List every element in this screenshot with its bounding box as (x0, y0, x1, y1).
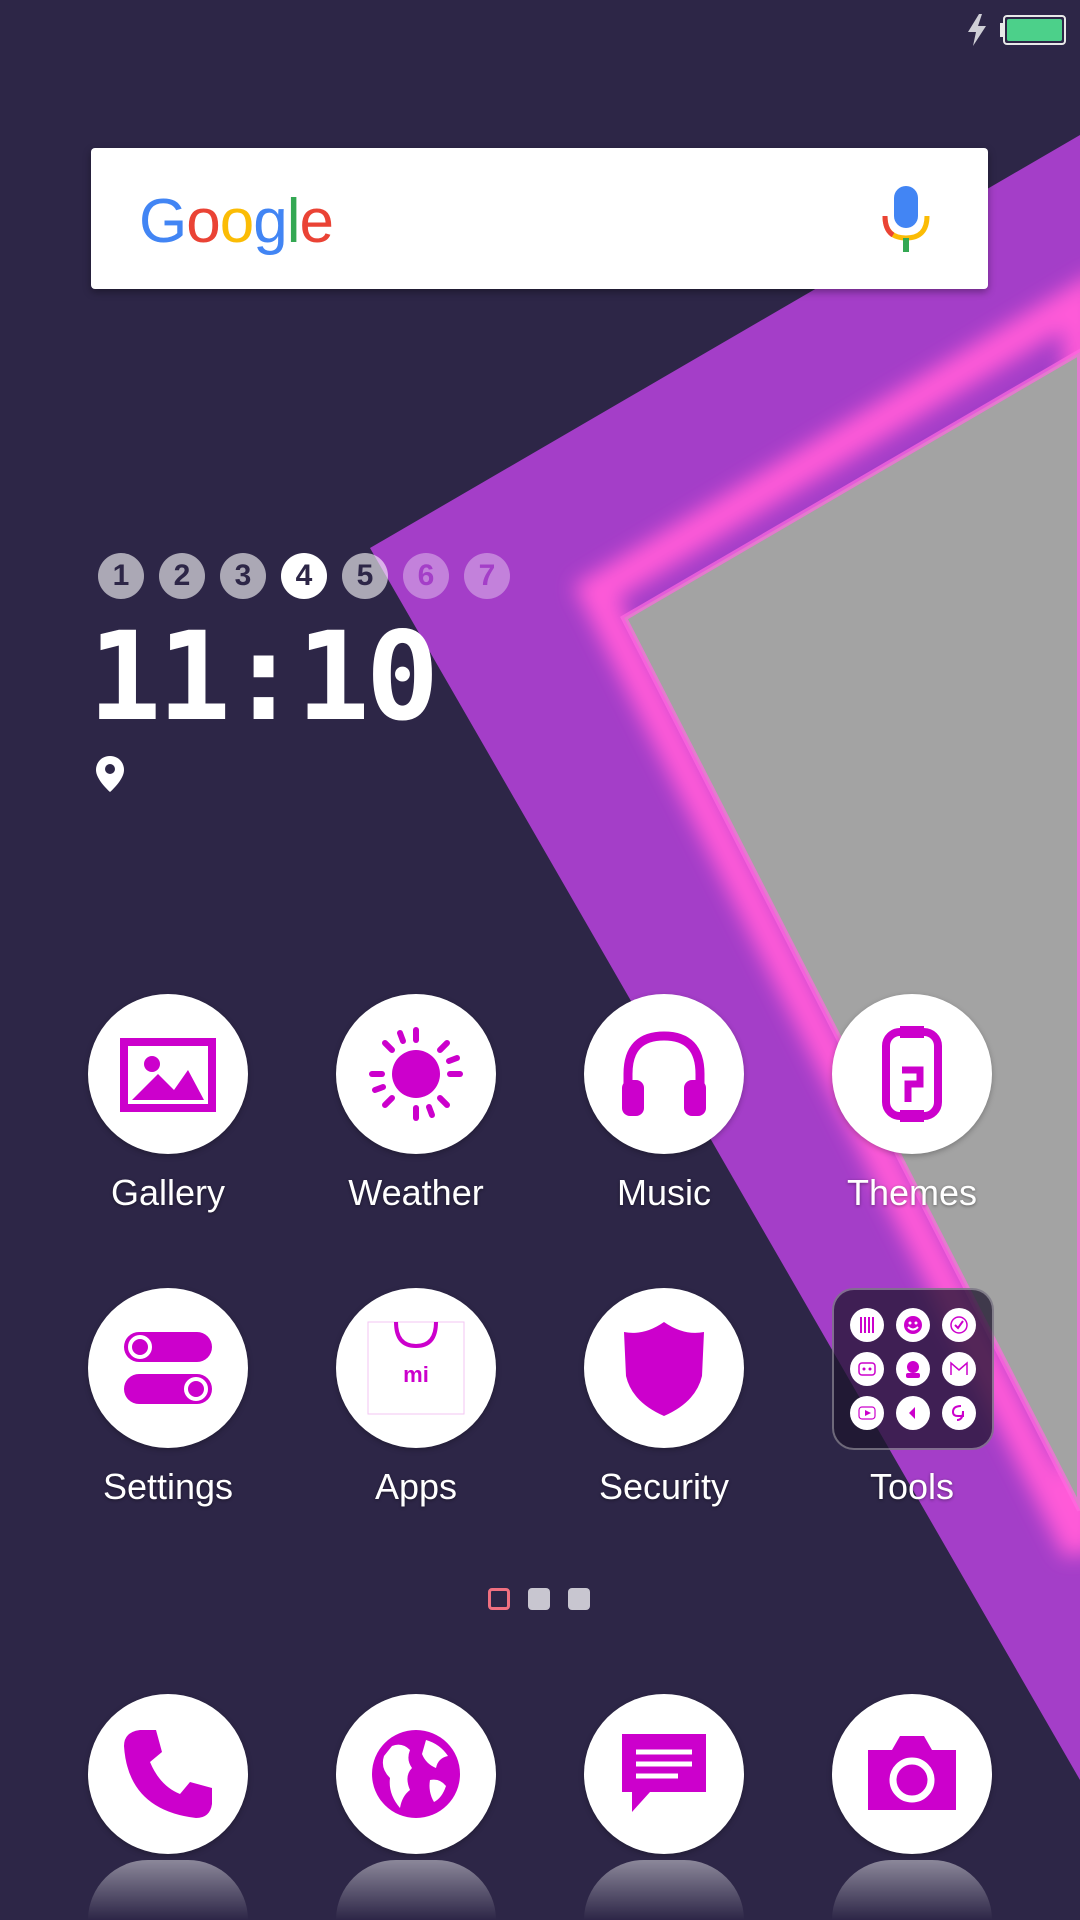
day-badge-1[interactable]: 1 (98, 553, 144, 599)
google-logo-letter: G (139, 187, 187, 256)
mi-bag-icon: mi (367, 1321, 465, 1415)
google-logo-letter: o (219, 187, 254, 256)
page-indicator[interactable] (488, 1588, 592, 1612)
app-label: Settings (102, 1466, 234, 1507)
mic-icon[interactable] (881, 186, 931, 252)
mini-app-icon (909, 1407, 915, 1419)
day-badge-6[interactable]: 6 (403, 553, 449, 599)
status-bar (0, 0, 1080, 60)
app-label: Apps (374, 1466, 458, 1507)
mini-app-icon (858, 1362, 876, 1376)
google-logo-letter: o (186, 187, 220, 256)
google-logo-letter: g (253, 187, 287, 256)
charging-bolt-icon (968, 14, 986, 46)
app-label: Tools (869, 1466, 955, 1507)
app-label: Weather (348, 1172, 484, 1213)
day-badge-7[interactable]: 7 (464, 553, 510, 599)
camera-icon (868, 1736, 956, 1810)
mini-app-icon (906, 1361, 920, 1378)
globe-icon (372, 1730, 460, 1818)
dock-camera[interactable] (832, 1694, 992, 1854)
dock-phone[interactable] (88, 1694, 248, 1854)
day-badge-4[interactable]: 4 (281, 553, 327, 599)
google-logo-letter: l (286, 187, 301, 256)
day-badge-3[interactable]: 3 (220, 553, 266, 599)
dock-messages[interactable] (584, 1694, 744, 1854)
day-badge-2[interactable]: 2 (159, 553, 205, 599)
headphones-icon (622, 1031, 706, 1116)
google-logo-letter: e (299, 187, 333, 256)
app-label: Music (616, 1172, 711, 1213)
mini-app-icon (950, 1361, 968, 1375)
google-logo: Google (139, 186, 334, 257)
mini-app-icon (860, 1317, 874, 1333)
mini-app-icon (858, 1406, 876, 1420)
mini-app-icon (950, 1316, 968, 1334)
sun-icon (369, 1027, 463, 1121)
message-icon (622, 1734, 706, 1812)
battery-icon (1000, 15, 1066, 45)
day-badge-5[interactable]: 5 (342, 553, 388, 599)
google-search-bar[interactable]: Google (91, 148, 988, 289)
app-label: Security (598, 1466, 730, 1507)
mini-app-icon (904, 1316, 922, 1334)
page-dot[interactable] (568, 1588, 590, 1610)
toggles-icon (124, 1332, 212, 1404)
dock-browser[interactable] (336, 1694, 496, 1854)
location-pin-icon[interactable] (96, 756, 124, 792)
app-label: Gallery (110, 1172, 226, 1213)
shield-icon (624, 1322, 704, 1416)
gallery-icon (120, 1038, 216, 1112)
svg-text:mi: mi (403, 1362, 429, 1387)
mini-app-icon (951, 1405, 964, 1421)
app-label: Themes (846, 1172, 978, 1213)
phone-icon (124, 1730, 212, 1818)
themes-icon (882, 1026, 942, 1122)
folder-icon (832, 1288, 994, 1450)
page-dot[interactable] (528, 1588, 550, 1610)
clock-time[interactable]: 11:10 (88, 612, 439, 742)
page-dot[interactable] (488, 1588, 510, 1610)
